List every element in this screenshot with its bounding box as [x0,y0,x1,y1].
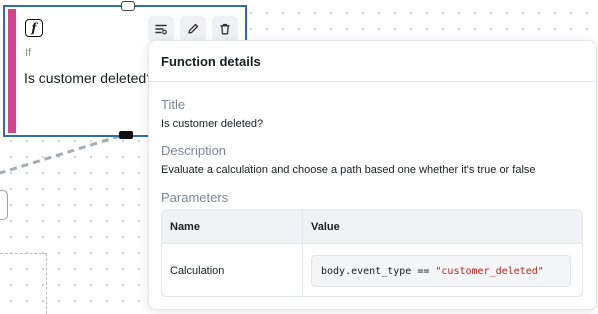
delete-button[interactable] [212,16,238,42]
details-button[interactable] [148,16,174,42]
table-row: Calculation body.event_type == "customer… [162,244,582,296]
title-label: Title [161,97,186,112]
title-value: Is customer deleted? [161,118,264,130]
table-header-row: Name Value [162,210,582,244]
param-value-code: body.event_type == "customer_deleted" [311,255,571,287]
node-accent-bar [8,9,16,133]
input-handle[interactable] [121,1,135,11]
parameters-table: Name Value Calculation body.event_type =… [161,209,583,297]
details-icon [155,24,167,35]
param-name: Calculation [162,244,303,296]
header-value: Value [311,220,340,233]
popover-title: Function details [161,53,261,69]
code-string-literal: "customer_deleted" [435,265,544,277]
param-value-cell: body.event_type == "customer_deleted" [303,244,582,296]
function-details-popover: Function details Title Is customer delet… [148,40,597,310]
edit-icon [188,23,199,34]
output-handle[interactable] [119,131,133,139]
parameters-label: Parameters [161,190,229,205]
description-label: Description [161,143,227,158]
node-title: Is customer deleted? [24,70,154,86]
node-type-label: If [25,47,32,59]
header-name: Name [162,210,303,243]
dropzone-outline [0,253,47,314]
adjacent-node-edge[interactable] [0,190,8,220]
code-expression: body.event_type == [321,265,436,277]
popover-header: Function details [149,41,596,82]
edge-connector [0,134,121,175]
function-icon: f [25,19,43,37]
edit-button[interactable] [180,16,206,42]
trash-icon [220,23,230,35]
description-value: Evaluate a calculation and choose a path… [161,164,536,176]
